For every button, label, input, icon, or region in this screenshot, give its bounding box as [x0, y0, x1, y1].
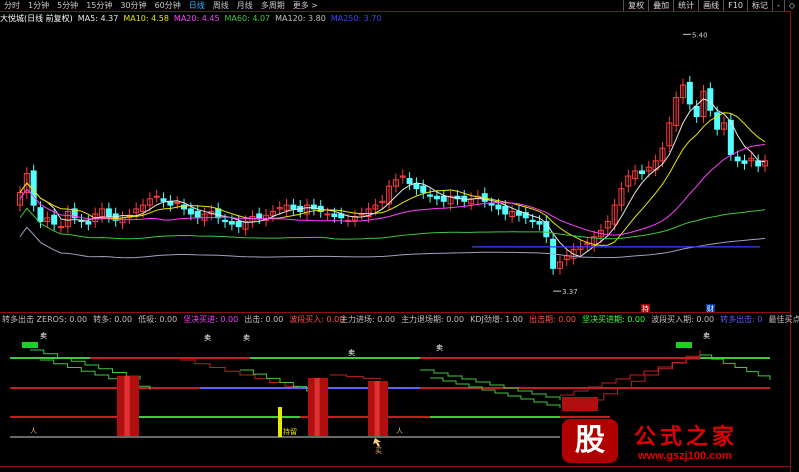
signal-bar	[562, 397, 598, 411]
sell-label: 卖	[348, 349, 355, 357]
step-line	[30, 349, 141, 380]
indicator-value: 坚决买进期: 0.00	[582, 315, 646, 324]
candle-body	[331, 213, 338, 218]
candle-body	[324, 213, 331, 216]
sell-label: 卖	[243, 334, 250, 342]
cursor-icon	[373, 438, 381, 447]
person-icon: 人	[30, 427, 37, 435]
candle-body	[707, 88, 714, 111]
candle-body	[440, 195, 447, 202]
right-axis-strip[interactable]	[790, 11, 799, 472]
candle-body	[174, 202, 181, 205]
chart-canvas[interactable]: 5.403.37持 财持留卖卖卖卖卖卖买人人	[0, 0, 790, 472]
candle-body	[51, 214, 58, 225]
candle-body	[420, 185, 427, 193]
indicator-legend-left: 转多出击 ZEROS: 0.00 转多: 0.00 低吸: 0.00 坚决买进: 0.…	[2, 314, 350, 324]
candle-body	[529, 219, 536, 223]
panel-separator	[0, 312, 790, 313]
green-flag	[22, 342, 38, 348]
person-icon: 人	[396, 427, 403, 435]
indicator-legend-right: 主力进场: 0.00 主力退场期: 0.00 KDJ劲增: 1.00 出击期: 0.0…	[340, 314, 799, 324]
indicator-value: 坚决买进: 0.00	[183, 315, 239, 324]
watermark-big-char: 股	[575, 423, 605, 458]
candle-body	[495, 204, 502, 210]
candle-body	[686, 81, 693, 105]
candle-body	[228, 221, 235, 225]
candle-body	[755, 160, 762, 167]
candle-body	[256, 213, 263, 219]
candle-body	[741, 160, 748, 164]
candle-body	[187, 208, 194, 215]
candle-body	[37, 207, 44, 223]
ma5-line	[19, 98, 766, 258]
watermark-logo: 股	[562, 419, 618, 463]
candle-body	[153, 195, 160, 198]
sell-label: 卖	[436, 344, 443, 352]
candle-body	[433, 195, 440, 200]
candle-body	[488, 203, 495, 206]
candle-body	[85, 221, 92, 225]
hold-bar	[278, 407, 282, 437]
indicator-value: 转多: 0.00	[93, 315, 133, 324]
high-price-label: 5.40	[692, 31, 708, 39]
indicator-value: 波段买入: 0.00	[289, 315, 345, 324]
sell-label: 卖	[703, 332, 710, 340]
green-flag	[676, 342, 692, 348]
watermark: 股 公式之家 www.gszj100.com	[556, 417, 790, 467]
candle-body	[536, 221, 543, 225]
ma20-line	[19, 144, 766, 236]
step-line	[420, 369, 561, 400]
buy-label: 买	[375, 447, 382, 455]
indicator-value: 波段买入期: 0.00	[651, 315, 715, 324]
hold-label: 持留	[283, 427, 297, 436]
candle-body	[358, 213, 365, 216]
sell-label: 卖	[40, 332, 47, 340]
indicator-value: 主力进场: 0.00	[340, 315, 396, 324]
indicator-value: 转多出击: 0	[720, 315, 763, 324]
watermark-title: 公式之家	[634, 424, 739, 450]
candle-body	[638, 170, 645, 174]
candle-body	[222, 219, 229, 223]
low-price-label: 3.37	[562, 288, 578, 296]
signal-bar-highlight	[314, 378, 320, 436]
candle-body	[160, 198, 167, 202]
step-line	[430, 377, 561, 408]
step-line	[330, 374, 381, 380]
candle-body	[413, 183, 420, 190]
candle-body	[406, 178, 413, 185]
candle-body	[235, 221, 242, 228]
candle-body	[427, 194, 434, 197]
candle-body	[290, 204, 297, 210]
indicator-value: 低吸: 0.00	[138, 315, 178, 324]
indicator-value: 最佳买点: 0.00	[768, 315, 799, 324]
candle-body	[58, 226, 65, 229]
indicator-value: 转多出击 ZEROS: 0.00	[2, 315, 88, 324]
candle-body	[105, 208, 112, 218]
indicator-value: 主力退场期: 0.00	[401, 315, 465, 324]
candle-body	[502, 205, 509, 215]
indicator-value: KDJ劲增: 1.00	[470, 315, 523, 324]
candle-body	[693, 105, 700, 118]
candle-body	[734, 156, 741, 162]
step-line	[180, 359, 301, 390]
sell-label: 卖	[204, 334, 211, 342]
watermark-url: www.gszj100.com	[638, 450, 732, 462]
indicator-value: 出击: 0.00	[244, 315, 284, 324]
indicator-value: 出击期: 0.00	[528, 315, 577, 324]
candle-body	[194, 210, 201, 219]
ma120-line	[19, 226, 766, 259]
top-separator	[0, 11, 790, 12]
ma60-line	[19, 207, 766, 240]
signal-bar-highlight	[124, 376, 130, 436]
signal-bar-highlight	[374, 381, 380, 436]
candle-body	[215, 208, 222, 219]
